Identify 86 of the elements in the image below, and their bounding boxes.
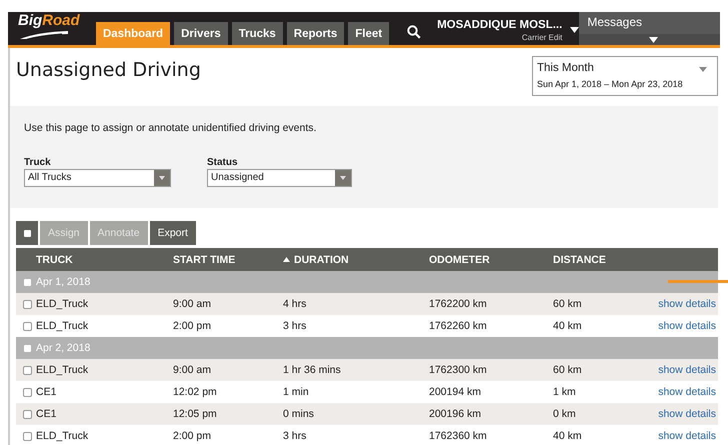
intro-text: Use this page to assign or annotate unidentified driving events. bbox=[24, 121, 318, 134]
sort-ascending-icon[interactable] bbox=[283, 257, 290, 262]
column-header[interactable]: TRUCK bbox=[36, 254, 73, 266]
table-cell-text: ELD_Truck bbox=[36, 298, 90, 310]
show-details-link[interactable]: show details bbox=[658, 430, 716, 442]
search-icon[interactable] bbox=[407, 25, 422, 39]
table-cell-text: 40 km bbox=[553, 320, 583, 332]
caret-icon bbox=[699, 67, 707, 72]
show-details-link[interactable]: show details bbox=[658, 408, 716, 420]
logo-text: Road bbox=[42, 12, 80, 29]
table-cell-text: 1762360 km bbox=[429, 430, 488, 442]
table-cell-text: 12:05 pm bbox=[173, 408, 218, 420]
date-range-select[interactable]: This Month Sun Apr 1, 2018 – Mon Apr 23, 2018 bbox=[532, 56, 718, 96]
page-title: Unassigned Driving bbox=[16, 59, 201, 81]
table-cell-text: 0 mins bbox=[283, 408, 315, 420]
table-cell-text: ELD_Truck bbox=[36, 320, 90, 332]
caret-icon bbox=[159, 176, 165, 180]
column-header[interactable]: ODOMETER bbox=[429, 254, 490, 266]
table-cell-text: ELD_Truck bbox=[36, 364, 90, 376]
group-date: Apr 1, 2018 bbox=[36, 276, 90, 288]
nav-tab[interactable]: Fleet bbox=[348, 22, 390, 45]
table-cell-text: CE1 bbox=[36, 386, 58, 398]
table-cell-text: 1 km bbox=[553, 386, 577, 398]
show-details-link[interactable]: show details bbox=[658, 386, 716, 398]
caret-icon[interactable] bbox=[570, 27, 580, 33]
column-header[interactable]: DURATION bbox=[294, 254, 349, 266]
messages-label: Messages bbox=[586, 14, 644, 31]
table-cell-text: 4 hrs bbox=[283, 298, 308, 310]
show-details-link[interactable]: show details bbox=[658, 298, 716, 310]
caret-icon bbox=[340, 176, 346, 180]
nav-tab[interactable]: Drivers bbox=[174, 22, 228, 45]
table-cell-text: 60 km bbox=[553, 364, 583, 376]
table-cell-text: 3 hrs bbox=[283, 430, 308, 442]
row-checkbox[interactable] bbox=[22, 432, 32, 440]
caret-icon[interactable] bbox=[649, 36, 658, 42]
table-cell-text: 1762260 km bbox=[429, 320, 488, 332]
row-checkbox[interactable] bbox=[22, 366, 32, 374]
date-range-dates: Sun Apr 1, 2018 – Mon Apr 23, 2018 bbox=[537, 78, 683, 91]
table-cell-text: 12:02 pm bbox=[173, 386, 218, 398]
user-name[interactable]: MOSADDIQUE MOSL... bbox=[437, 18, 562, 33]
group-checkbox[interactable] bbox=[24, 278, 30, 286]
filter-select[interactable]: All Trucks bbox=[24, 169, 171, 187]
date-range-label: This Month bbox=[537, 61, 595, 76]
filter-label: Status bbox=[207, 156, 239, 169]
table-cell-text: 3 hrs bbox=[283, 320, 308, 332]
messages-panel[interactable]: Messages bbox=[579, 12, 720, 45]
table-cell-text: 0 km bbox=[553, 408, 577, 420]
table-cell-text: 1 min bbox=[283, 386, 310, 398]
row-checkbox[interactable] bbox=[22, 300, 32, 308]
user-role: Carrier Edit bbox=[522, 33, 562, 43]
table-row[interactable]: CE1 12:05 pm 0 mins 200196 km 0 km show details bbox=[16, 403, 718, 425]
show-details-link[interactable]: show details bbox=[658, 364, 716, 376]
show-details-link[interactable]: show details bbox=[658, 320, 716, 332]
nav-tab[interactable]: Reports bbox=[286, 22, 344, 45]
table-cell-text: 9:00 am bbox=[173, 364, 212, 376]
table-cell-text: 9:00 am bbox=[173, 298, 212, 310]
group-checkbox[interactable] bbox=[24, 344, 30, 352]
toolbar-button[interactable]: Export bbox=[150, 221, 196, 245]
table-cell-text: 200196 km bbox=[429, 408, 482, 420]
table-cell-text: CE1 bbox=[36, 408, 58, 420]
column-header[interactable]: DISTANCE bbox=[553, 254, 606, 266]
row-checkbox[interactable] bbox=[22, 410, 32, 418]
table-cell-text: 40 km bbox=[553, 430, 583, 442]
filter-select[interactable]: Unassigned bbox=[207, 169, 352, 187]
row-checkbox[interactable] bbox=[22, 322, 32, 330]
logo[interactable]: BigRoad bbox=[8, 12, 88, 45]
nav-tab[interactable]: Trucks bbox=[232, 22, 283, 45]
select-all-checkbox[interactable] bbox=[24, 230, 30, 236]
table-cell-text: 1 hr 36 mins bbox=[283, 364, 342, 376]
logo-text: Big bbox=[18, 12, 42, 29]
table-row[interactable]: ELD_Truck 9:00 am 1 hr 36 mins 1762300 km 60 km show details bbox=[16, 359, 718, 381]
table-cell-text: 2:00 pm bbox=[173, 430, 212, 442]
group-date: Apr 2, 2018 bbox=[36, 342, 90, 354]
accent-line bbox=[668, 280, 728, 283]
table-row[interactable]: ELD_Truck 9:00 am 4 hrs 1762200 km 60 km show details bbox=[16, 293, 718, 315]
column-header[interactable]: START TIME bbox=[173, 254, 236, 266]
table-cell-text: 1762200 km bbox=[429, 298, 488, 310]
table-cell-text: 1762300 km bbox=[429, 364, 488, 376]
table-cell-text: 200194 km bbox=[429, 386, 482, 398]
road-icon bbox=[18, 30, 70, 40]
table-cell-text: 60 km bbox=[553, 298, 583, 310]
table-cell-text: ELD_Truck bbox=[36, 430, 90, 442]
row-checkbox[interactable] bbox=[22, 388, 32, 396]
filter-label: Truck bbox=[24, 156, 52, 169]
select-all-button[interactable] bbox=[16, 221, 38, 245]
table-cell-text: 2:00 pm bbox=[173, 320, 212, 332]
